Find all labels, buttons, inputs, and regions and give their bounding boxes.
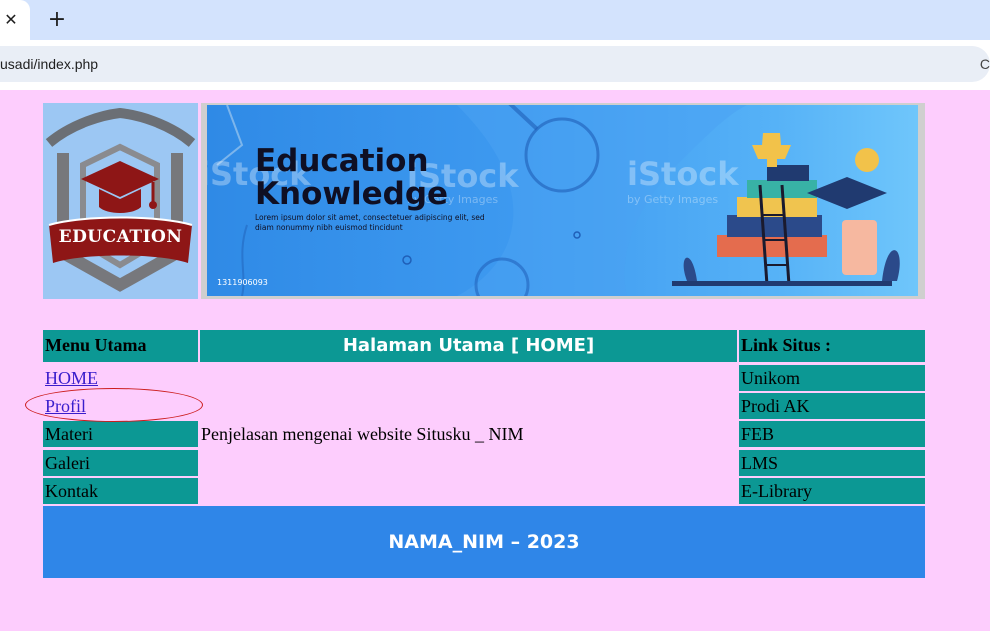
- menu-item-profil: Profil: [43, 393, 198, 419]
- stock-code: 1311906093: [217, 278, 268, 287]
- watermark-right: iStock: [627, 155, 739, 193]
- main-content-text: Penjelasan mengenai website Situsku _ NI…: [201, 424, 524, 444]
- menu-item-galeri[interactable]: Galeri: [43, 450, 198, 476]
- banner-title-line1: Education: [255, 143, 429, 179]
- menu-header: Menu Utama: [43, 330, 198, 362]
- banner-title: Education Knowledge: [255, 145, 448, 211]
- links-header: Link Situs :: [739, 330, 925, 362]
- link-lms[interactable]: LMS: [739, 450, 925, 476]
- link-e-library[interactable]: E-Library: [739, 478, 925, 504]
- menu-item-kontak[interactable]: Kontak: [43, 478, 198, 504]
- menu-link-home[interactable]: HOME: [45, 368, 98, 388]
- education-logo-graphic: [43, 103, 198, 299]
- link-feb[interactable]: FEB: [739, 421, 925, 447]
- education-logo: EDUCATION: [43, 103, 198, 299]
- banner-image: iStock iStock iStock by Getty Images by …: [207, 105, 918, 296]
- browser-tab-bar: ✕ +: [0, 0, 990, 40]
- menu-link-profil[interactable]: Profil: [45, 396, 86, 416]
- menu-item-materi[interactable]: Materi: [43, 421, 198, 447]
- browser-tab[interactable]: ✕: [0, 0, 30, 40]
- browser-toolbar: usadi/index.php C: [0, 40, 990, 90]
- logo-text: EDUCATION: [58, 227, 183, 247]
- omnibox-right-glyph: C: [979, 56, 990, 72]
- page-footer: NAMA_NIM – 2023: [43, 506, 925, 578]
- menu-item-home: HOME: [43, 365, 198, 391]
- banner-title-line2: Knowledge: [255, 176, 449, 212]
- link-prodi-ak[interactable]: Prodi AK: [739, 393, 925, 419]
- link-unikom[interactable]: Unikom: [739, 365, 925, 391]
- banner-description: Lorem ipsum dolor sit amet, consectetuer…: [255, 213, 485, 232]
- address-bar[interactable]: usadi/index.php C: [0, 46, 990, 82]
- watermark-sub-right: by Getty Images: [627, 193, 719, 206]
- new-tab-icon[interactable]: +: [43, 6, 71, 34]
- main-header: Halaman Utama [ HOME]: [200, 330, 737, 362]
- url-text[interactable]: usadi/index.php: [0, 46, 98, 82]
- header-banner: iStock iStock iStock by Getty Images by …: [201, 103, 925, 299]
- close-icon[interactable]: ✕: [0, 9, 22, 31]
- page: EDUCATION iStock iStock iStock by Getty …: [0, 90, 990, 631]
